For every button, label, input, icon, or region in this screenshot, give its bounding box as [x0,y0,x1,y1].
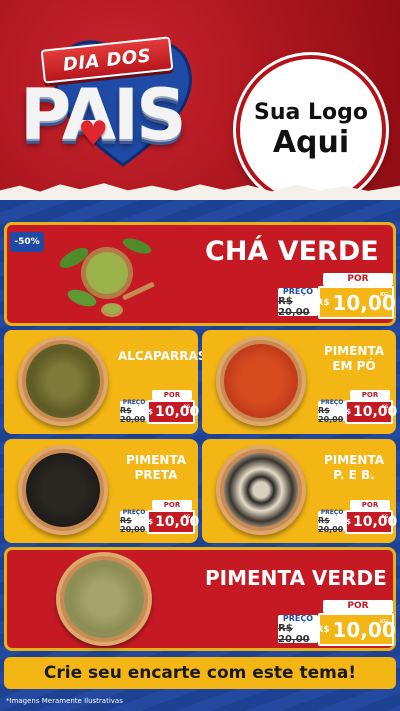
red-heart-icon: ♥ [78,114,109,154]
por-label: POR [152,500,192,510]
currency: R$ [316,624,330,635]
unit: KG [381,404,388,409]
new-price: 10,00 [352,404,398,420]
product-title: PIMENTA P. E B. [314,453,394,483]
price-tag: POR PREÇO R$ 20,00 R$ 10,00 KG [278,600,396,648]
title-line-2: P. E B. [333,468,375,482]
price-tag: POR PREÇO R$ 20,00 R$ 10,00 KG [120,390,199,426]
header: DIA DOS PAIS ♥ Sua Logo Aqui [0,0,400,200]
product-title: PIMENTA VERDE [205,566,387,590]
old-price-box: PREÇO R$ 20,00 [278,286,318,318]
preco-label: PREÇO [320,508,344,516]
preco-label: PREÇO [122,508,146,516]
por-label: POR [323,273,393,286]
title-line-2: PRETA [134,468,178,482]
title-line-2: EM PÓ [332,359,376,373]
new-price: 10,00 [154,514,200,530]
unit: KG [183,404,190,409]
pimenta-p-e-b-image [216,445,306,535]
logo-line-2: Aqui [272,125,350,160]
currency: R$ [340,518,351,526]
logo-line-1: Sua Logo [253,100,368,125]
new-price-box: R$ 10,00 KG [316,613,396,646]
pimenta-em-po-image [216,336,306,426]
alcaparras-image [18,336,108,426]
preco-label: PREÇO [122,398,146,406]
product-title: PIMENTA PRETA [116,453,196,483]
currency: R$ [340,408,351,416]
title-line-1: PIMENTA [324,344,384,358]
title-line-1: PIMENTA [324,453,384,467]
old-price: R$ 20,00 [278,622,310,645]
currency: R$ [316,297,330,308]
pimenta-verde-image [56,552,152,646]
por-label: POR [152,390,192,400]
title-line-1: PIMENTA [126,453,186,467]
discount-badge: -50% [10,232,44,252]
old-price: R$ 20,00 [278,295,310,318]
new-price-box: R$ 10,00 KG [341,400,397,424]
new-price-box: R$ 10,00 KG [143,510,199,534]
currency: R$ [142,518,153,526]
new-price: 10,00 [352,514,398,530]
old-price-box: PREÇO R$ 20,00 [278,613,318,645]
price-tag: POR PREÇO R$ 20,00 R$ 10,00 KG [318,390,397,426]
pimenta-preta-image [18,445,108,535]
cta-button[interactable]: Crie seu encarte com este tema! [4,657,396,689]
banner-text: DIA DOS [61,44,153,76]
preco-label: PREÇO [320,398,344,406]
por-label: POR [350,390,390,400]
new-price-box: R$ 10,00 KG [316,286,396,319]
por-label: POR [323,600,393,613]
unit: KG [380,292,388,298]
por-label: POR [350,500,390,510]
logo-placeholder: Sua Logo Aqui [236,55,386,200]
product-title: ALCAPARRAS [118,349,207,363]
unit: KG [380,619,388,625]
price-tag: POR PREÇO R$ 20,00 R$ 10,00 KG [318,500,397,536]
product-title: PIMENTA EM PÓ [314,344,394,374]
price-tag: POR PREÇO R$ 20,00 R$ 10,00 KG [120,500,199,536]
footnote: *Imagens Meramente Ilustrativas [6,697,123,705]
preco-label: PREÇO [282,613,314,623]
green-tea-image [59,238,155,317]
new-price: 10,00 [154,404,200,420]
cta-text: Crie seu encarte com este tema! [43,663,357,683]
unit: KG [183,514,190,519]
product-title: CHÁ VERDE [205,236,379,267]
preco-label: PREÇO [282,286,314,296]
currency: R$ [142,408,153,416]
price-tag: POR PREÇO R$ 20,00 R$ 10,00 KG [278,273,396,321]
pais-title: PAIS [20,74,187,156]
new-price-box: R$ 10,00 KG [341,510,397,534]
new-price-box: R$ 10,00 KG [143,400,199,424]
unit: KG [381,514,388,519]
